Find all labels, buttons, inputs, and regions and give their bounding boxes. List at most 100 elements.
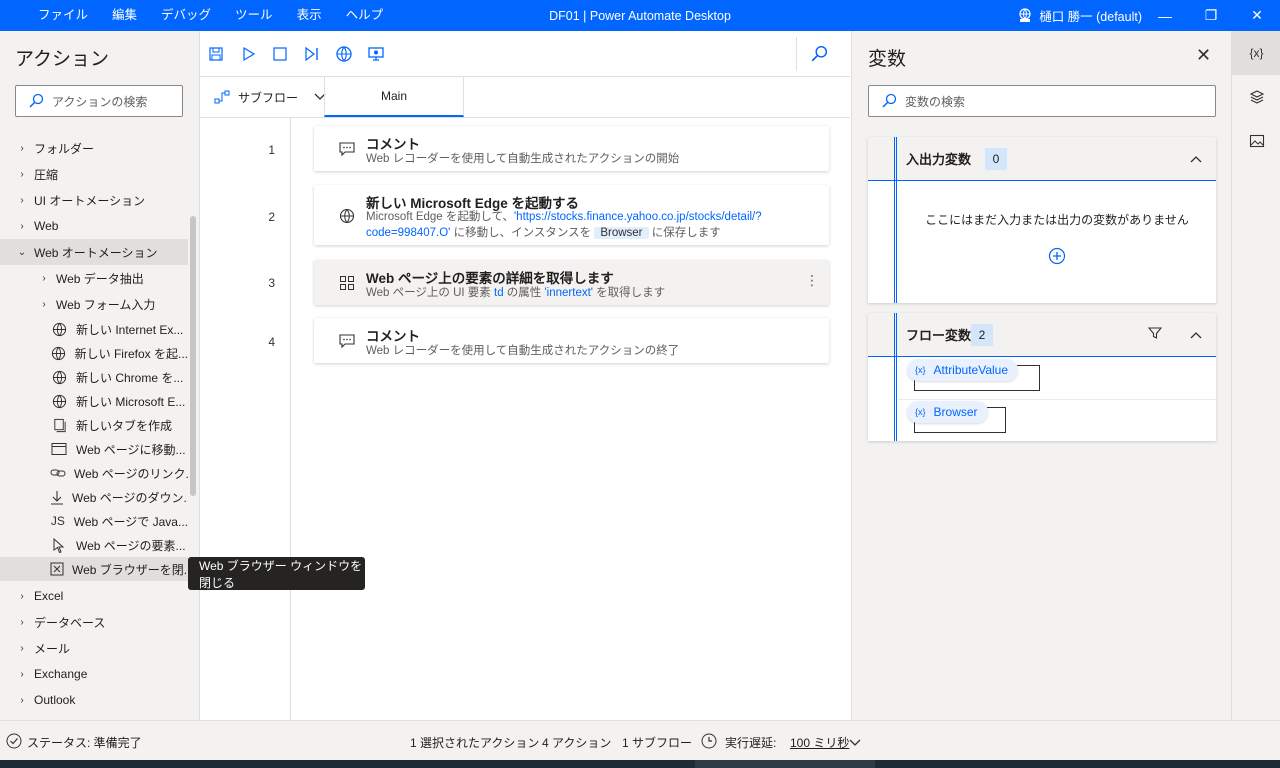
actions-search-input[interactable]: アクションの検索 [15,85,183,117]
chevron-right-icon: › [20,590,24,602]
actions-scrollbar[interactable] [190,216,196,496]
chevron-right-icon: › [20,220,24,232]
user-account[interactable]: 樋口 勝一 (default) [1017,0,1142,31]
tree-group-exchange[interactable]: › Exchange [0,661,188,687]
tree-action-item[interactable]: JS Web ページで Java... [0,509,188,533]
desktop-recorder-icon[interactable] [365,43,387,65]
tree-action-label: 新しい Microsoft E... [76,394,186,409]
flow-variables-title: フロー変数 [906,328,972,343]
io-variables-header[interactable]: 入出力変数 0 [868,137,1216,181]
side-rail: {x} [1231,31,1280,720]
search-icon[interactable] [808,43,830,65]
chevron-up-icon[interactable] [1190,152,1202,166]
tree-action-item[interactable]: Web ページに移動... [0,437,188,461]
tree-action-item[interactable]: 新しい Internet Ex... [0,317,188,341]
tab-main[interactable]: Main [324,77,464,117]
step-icon[interactable] [301,43,323,65]
more-options-icon[interactable]: ⋮ [805,272,819,289]
tree-action-item[interactable]: 新しい Microsoft E... [0,389,188,413]
globe-icon [50,394,68,409]
variable-icon: {x} [915,365,926,375]
url-value-cont: code=998407.O' [366,227,451,239]
run-icon[interactable] [237,43,259,65]
ui-elements-rail-button[interactable] [1232,75,1280,119]
actions-title: アクション [15,49,110,70]
tree-group-web-automation[interactable]: ⌄ Web オートメーション [0,239,188,265]
tree-action-item[interactable]: Web ページのダウン... [0,485,188,509]
tree-action-item[interactable]: 新しい Chrome を... [0,365,188,389]
menu-file[interactable]: ファイル [26,0,100,31]
chevron-down-icon[interactable] [849,736,861,750]
variables-rail-button[interactable]: {x} [1232,31,1280,75]
close-icon[interactable]: ✕ [1196,45,1211,66]
step-description: Web レコーダーを使用して自動生成されたアクションの開始 [366,153,680,165]
comment-icon [338,332,356,350]
tree-action-item[interactable]: Web ページの要素... [0,533,188,557]
flow-step-selected[interactable]: Web ページ上の要素の詳細を取得します Web ページ上の UI 要素 td … [314,260,829,305]
run-delay-value[interactable]: 100 ミリ秒 [790,734,849,751]
tree-action-item[interactable]: Web ブラウザーを閉... [0,557,188,581]
tree-group-mail[interactable]: › メール [0,635,188,661]
tooltip: Web ブラウザー ウィンドウを閉じる [188,557,365,590]
variable-row[interactable]: {x} AttributeValue [907,359,1040,391]
tree-group-database[interactable]: › データベース [0,609,188,635]
tree-action-label: 新しいタブを作成 [76,418,173,433]
line-number: 2 [268,210,275,224]
flow-step[interactable]: 新しい Microsoft Edge を起動する Microsoft Edge … [314,185,829,245]
tree-action-item[interactable]: 新しいタブを作成 [0,413,188,437]
actions-tree: › フォルダー › 圧縮 › UI オートメーション › Web ⌄ Web オートメーシ… [0,135,188,713]
line-number: 3 [268,276,275,290]
filter-icon[interactable] [1147,326,1163,343]
menu-edit[interactable]: 編集 [100,0,149,31]
restore-icon[interactable]: ❐ [1188,0,1234,31]
flow-step[interactable]: コメント Web レコーダーを使用して自動生成されたアクションの開始 [314,126,829,171]
menu-tools[interactable]: ツール [223,0,285,31]
tree-action-item[interactable]: Web ページのリンク... [0,461,188,485]
menu-view[interactable]: 表示 [285,0,334,31]
tree-subgroup-web-form-fill[interactable]: › Web フォーム入力 [0,291,188,317]
tree-group-compression[interactable]: › 圧縮 [0,161,188,187]
tree-group-ui-automation[interactable]: › UI オートメーション [0,187,188,213]
taskbar-segment [695,760,875,768]
menu-help[interactable]: ヘルプ [334,0,396,31]
clock-icon [701,733,717,752]
save-icon[interactable] [205,43,227,65]
flow-step[interactable]: コメント Web レコーダーを使用して自動生成されたアクションの終了 [314,318,829,363]
step-title: コメント [366,329,420,344]
chevron-right-icon: › [20,642,24,654]
images-rail-button[interactable] [1232,119,1280,163]
line-number: 1 [268,143,275,157]
variables-search-input[interactable]: 変数の検索 [868,85,1216,117]
variable-pill[interactable]: {x} AttributeValue [907,359,1019,381]
element-details-icon [338,274,356,292]
minimize-icon[interactable]: — [1142,0,1188,31]
section-accent-bar [894,181,897,303]
variable-row[interactable]: {x} Browser [907,401,1006,433]
tree-subgroup-web-data-extraction[interactable]: › Web データ抽出 [0,265,188,291]
section-accent-bar [894,313,897,356]
chevron-right-icon: › [20,668,24,680]
chevron-right-icon: › [20,168,24,180]
web-recorder-icon[interactable] [333,43,355,65]
chevron-up-icon[interactable] [1190,328,1202,342]
add-variable-icon[interactable] [1048,247,1066,268]
tree-group-outlook[interactable]: › Outlook [0,687,188,713]
tree-action-item[interactable]: 新しい Firefox を起... [0,341,188,365]
menu-debug[interactable]: デバッグ [149,0,223,31]
variable-pill[interactable]: {x} Browser [907,401,988,423]
toolbar-divider [796,37,797,71]
step-description: Web ページ上の UI 要素 td の属性 'innertext' を取得しま… [366,287,666,299]
variable-icon: {x} [915,407,926,417]
tree-group-excel[interactable]: › Excel [0,583,188,609]
actions-count: 4 アクション [542,736,612,750]
io-empty-text: ここにはまだ入力または出力の変数がありません [925,213,1189,227]
step-description: Microsoft Edge を起動して、'https://stocks.fin… [366,211,762,239]
stop-icon[interactable] [269,43,291,65]
subflow-dropdown[interactable]: サブフロー [214,77,326,117]
close-icon[interactable]: ✕ [1234,0,1280,31]
tree-group-folder[interactable]: › フォルダー [0,135,188,161]
flow-variables-header[interactable]: フロー変数 2 [868,313,1216,357]
tree-group-web[interactable]: › Web [0,213,188,239]
javascript-icon: JS [50,514,65,528]
menu-bar: ファイル 編集 デバッグ ツール 表示 ヘルプ [26,0,395,31]
